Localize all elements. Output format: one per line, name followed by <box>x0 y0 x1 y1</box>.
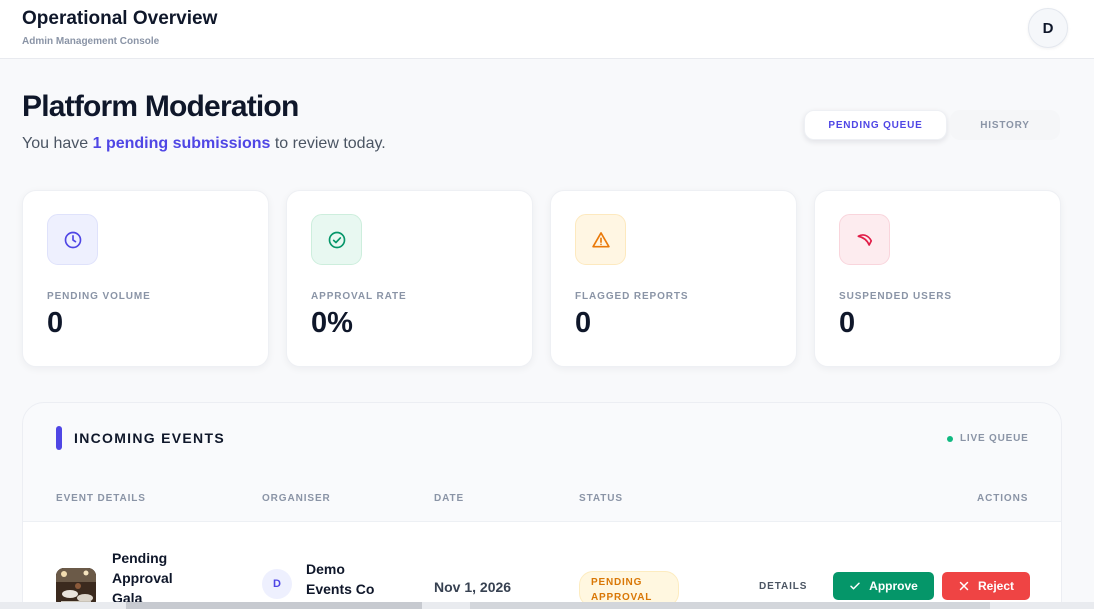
user-avatar[interactable]: D <box>1028 8 1068 48</box>
pending-count-link: 1 pending submissions <box>92 135 271 152</box>
queue-tabs: PENDING QUEUE HISTORY <box>800 107 1062 143</box>
stat-value: 0 <box>575 307 592 339</box>
reject-button[interactable]: Reject <box>942 572 1030 600</box>
column-header-organiser: ORGANISER <box>262 493 331 504</box>
app-subtitle: Admin Management Console <box>22 36 160 47</box>
scrollbar-track-segment <box>470 602 990 609</box>
stat-value: 0 <box>47 307 64 339</box>
subtitle-suffix: to review today. <box>270 135 386 152</box>
ban-icon <box>839 214 890 265</box>
column-header-date: DATE <box>434 493 465 504</box>
table-row: Pending Approval Gala D Demo Events Co N… <box>23 522 1061 609</box>
stat-label: FLAGGED REPORTS <box>575 291 689 302</box>
stat-card-pending-volume: PENDING VOLUME 0 <box>22 190 269 367</box>
stat-label: SUSPENDED USERS <box>839 291 952 302</box>
live-queue-label: LIVE QUEUE <box>960 433 1029 444</box>
live-dot-icon <box>947 435 953 442</box>
event-date: Nov 1, 2026 <box>434 579 512 595</box>
page-subtitle: You have 1 pending submissions to review… <box>22 135 386 153</box>
top-bar: Operational Overview Admin Management Co… <box>0 0 1094 59</box>
details-link[interactable]: DETAILS <box>759 581 807 592</box>
stat-value: 0% <box>311 307 353 339</box>
stat-card-flagged-reports: FLAGGED REPORTS 0 <box>550 190 797 367</box>
incoming-events-panel: INCOMING EVENTS LIVE QUEUE EVENT DETAILS… <box>22 402 1062 609</box>
section-accent-bar <box>56 426 62 450</box>
stat-label: APPROVAL RATE <box>311 291 407 302</box>
close-icon <box>959 581 969 591</box>
organiser-name: Demo Events Co <box>306 561 375 597</box>
column-header-actions: ACTIONS <box>977 493 1029 504</box>
check-circle-icon <box>311 214 362 265</box>
scrollbar-thumb[interactable] <box>126 602 422 609</box>
subtitle-prefix: You have <box>22 135 93 152</box>
horizontal-scrollbar[interactable] <box>0 602 1094 609</box>
tab-pending-queue[interactable]: PENDING QUEUE <box>804 110 947 140</box>
column-header-status: STATUS <box>579 493 623 504</box>
approve-button[interactable]: Approve <box>833 572 934 600</box>
stat-label: PENDING VOLUME <box>47 291 151 302</box>
organiser-avatar: D <box>262 569 292 599</box>
reject-label: Reject <box>977 579 1015 593</box>
stat-value: 0 <box>839 307 856 339</box>
section-title: INCOMING EVENTS <box>74 430 225 446</box>
event-name: Pending Approval Gala <box>112 550 173 606</box>
column-header-event-details: EVENT DETAILS <box>56 493 146 504</box>
approve-label: Approve <box>869 579 918 593</box>
live-queue-indicator: LIVE QUEUE <box>947 433 1029 444</box>
tab-history[interactable]: HISTORY <box>950 110 1060 140</box>
warning-triangle-icon <box>575 214 626 265</box>
page-title: Platform Moderation <box>22 90 299 123</box>
stat-card-approval-rate: APPROVAL RATE 0% <box>286 190 533 367</box>
app-title: Operational Overview <box>22 8 218 29</box>
check-icon <box>850 582 860 590</box>
stat-card-suspended-users: SUSPENDED USERS 0 <box>814 190 1061 367</box>
clock-icon <box>47 214 98 265</box>
